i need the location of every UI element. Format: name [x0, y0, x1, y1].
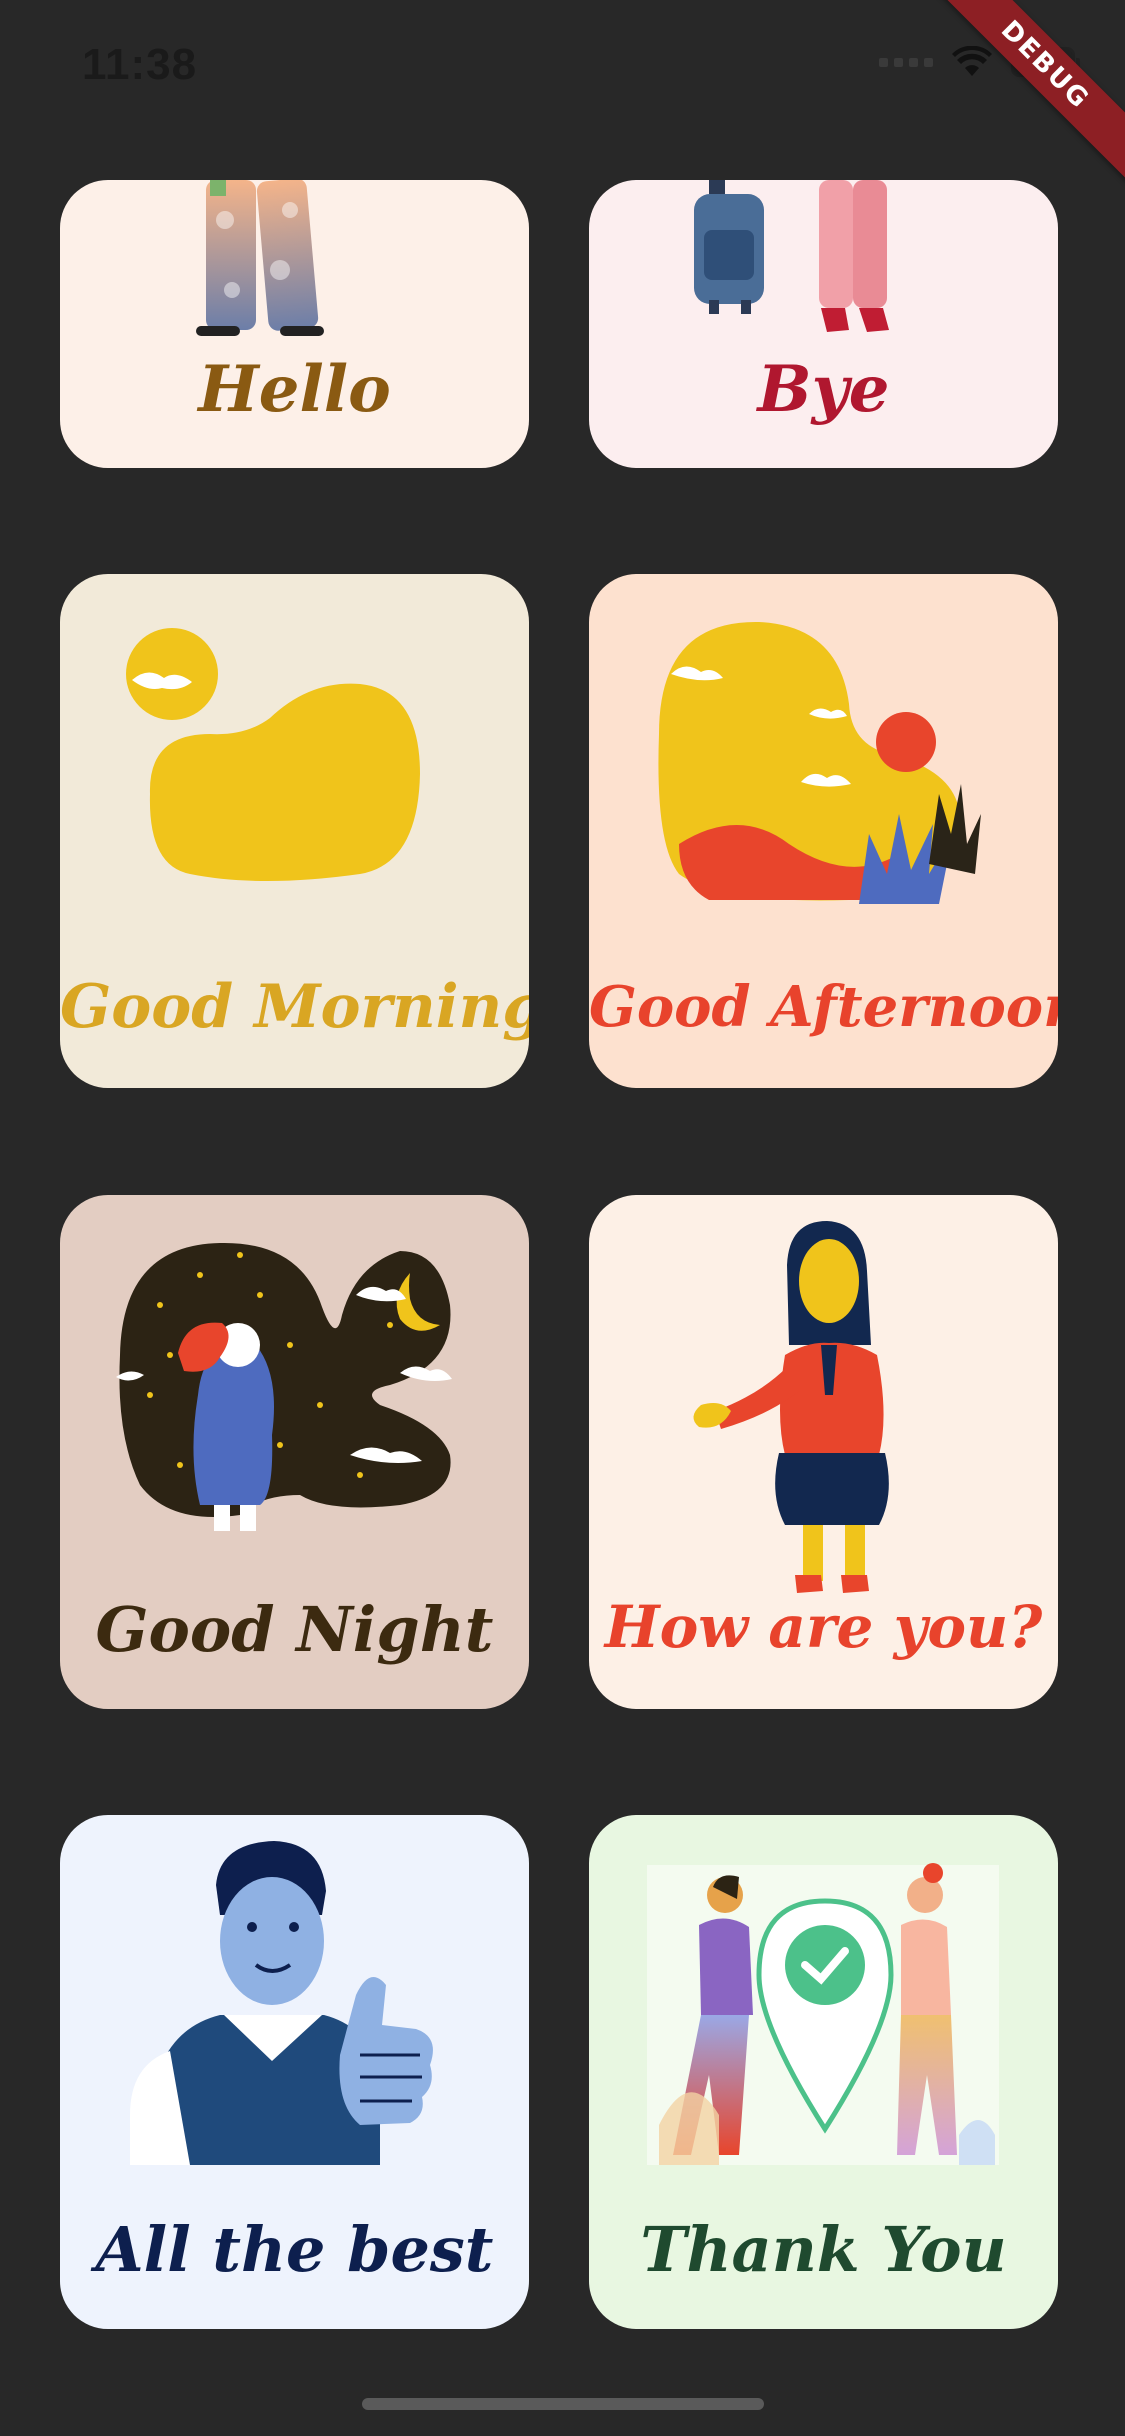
card-hello[interactable]: Hello: [60, 180, 529, 468]
card-how-are-you[interactable]: How are you?: [589, 1195, 1058, 1709]
card-all-the-best-label: All the best: [95, 2213, 494, 2286]
card-good-night[interactable]: Good Night: [60, 1195, 529, 1709]
card-good-morning[interactable]: Good Morning: [60, 574, 529, 1088]
card-good-afternoon-label: Good Afternoon: [589, 974, 1058, 1040]
card-how-are-you-label: How are you?: [604, 1593, 1043, 1661]
greeting-card-grid: Hello Bye Good Morning Good Afternoon Go…: [0, 0, 1125, 2436]
card-good-afternoon[interactable]: Good Afternoon: [589, 574, 1058, 1088]
card-bye-label: Bye: [757, 352, 890, 427]
card-all-the-best[interactable]: All the best: [60, 1815, 529, 2329]
card-bye[interactable]: Bye: [589, 180, 1058, 468]
card-good-night-label: Good Night: [95, 1593, 494, 1666]
home-indicator[interactable]: [362, 2398, 764, 2410]
card-hello-label: Hello: [198, 352, 391, 427]
card-thank-you[interactable]: Thank You: [589, 1815, 1058, 2329]
card-thank-you-label: Thank You: [640, 2213, 1007, 2286]
card-good-morning-label: Good Morning: [60, 972, 529, 1042]
